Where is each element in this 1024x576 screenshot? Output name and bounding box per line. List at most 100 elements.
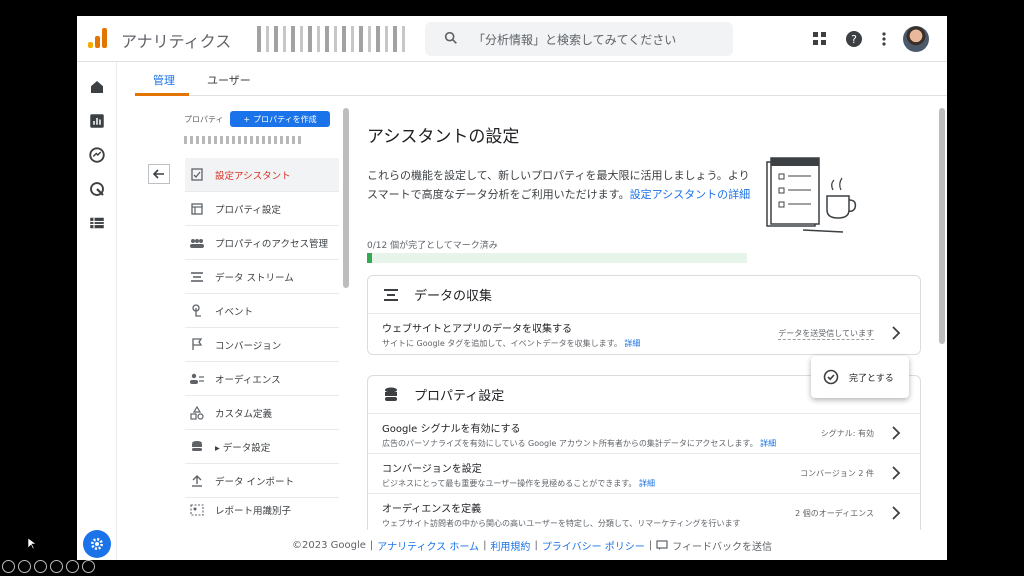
property-selector[interactable] xyxy=(184,136,304,144)
tab-user[interactable]: ユーザー xyxy=(207,72,251,88)
player-controls xyxy=(2,560,95,573)
footer-link-privacy[interactable]: プライバシー ポリシー xyxy=(542,538,645,553)
card-title: データの収集 xyxy=(414,289,493,304)
nav-label: オーディエンス xyxy=(215,374,281,386)
create-property-button[interactable]: + プロパティを作成 xyxy=(230,111,330,127)
sidebar-item-events[interactable]: イベント xyxy=(185,294,339,328)
more-vert-icon[interactable] xyxy=(875,30,893,48)
chevron-right-icon[interactable] xyxy=(890,506,902,520)
forward-control-icon[interactable] xyxy=(82,560,95,573)
list-icon[interactable] xyxy=(88,214,106,232)
progress-label: 0/12 個が完了としてマーク済み xyxy=(367,241,498,251)
nav-label: ▸ データ設定 xyxy=(215,442,271,454)
captions-control-icon[interactable] xyxy=(34,560,47,573)
card-property-settings: プロパティ設定 Google シグナルを有効にする 広告のパーソナライズを有効に… xyxy=(367,375,921,543)
task-row-collect-data[interactable]: ウェブサイトとアプリのデータを収集する サイトに Google タグを追加して、… xyxy=(368,314,920,354)
account-selector[interactable] xyxy=(257,26,407,52)
mouse-cursor-icon xyxy=(28,538,36,550)
apps-grid-icon[interactable] xyxy=(811,30,829,48)
shapes-icon xyxy=(189,405,205,421)
footer: ©2023 Google | アナリティクス ホーム | 利用規約 | プライバ… xyxy=(117,530,947,560)
footer-link-terms[interactable]: 利用規約 xyxy=(490,538,530,553)
avatar[interactable] xyxy=(903,26,929,52)
nav-label: データ ストリーム xyxy=(215,272,294,284)
reports-icon[interactable] xyxy=(88,112,106,130)
main-scrollbar[interactable] xyxy=(939,108,945,344)
sidebar-item-access-management[interactable]: プロパティのアクセス管理 xyxy=(185,226,339,260)
page-title: アシスタントの設定 xyxy=(367,127,520,147)
nav-label: データ インポート xyxy=(215,476,295,488)
task-help-link[interactable]: 詳細 xyxy=(624,339,640,348)
task-row-conversions[interactable]: コンバージョンを設定 ビジネスにとって最も重要なユーザー操作を見極めることができ… xyxy=(368,454,920,494)
sidebar-item-conversions[interactable]: コンバージョン xyxy=(185,328,339,362)
gear-icon xyxy=(91,538,103,550)
advertising-icon[interactable] xyxy=(88,180,106,198)
layout-icon xyxy=(189,201,205,217)
checklist-coffee-illustration xyxy=(766,157,857,233)
sidebar-item-data-settings[interactable]: ▸ データ設定 xyxy=(185,430,339,464)
tab-admin[interactable]: 管理 xyxy=(153,72,175,88)
sidebar-item-property-settings[interactable]: プロパティ設定 xyxy=(185,192,339,226)
task-status[interactable]: データを送受信しています xyxy=(778,328,874,340)
search-placeholder: 「分析情報」と検索してみてください xyxy=(473,33,677,47)
mark-complete-menu[interactable]: 完了とする xyxy=(811,356,909,398)
task-desc-text: 広告のパーソナライズを有効にしている Google アカウント所有者からの集計デ… xyxy=(382,439,758,448)
sidebar-item-custom-definitions[interactable]: カスタム定義 xyxy=(185,396,339,430)
left-rail xyxy=(77,62,117,560)
property-nav: 設定アシスタント プロパティ設定 プロパティのアクセス管理 データ ストリーム … xyxy=(185,158,339,522)
chevron-right-icon[interactable] xyxy=(890,466,902,480)
back-control-icon[interactable] xyxy=(2,560,15,573)
sidebar-item-reporting-identity[interactable]: レポート用識別子 xyxy=(185,498,339,522)
check-circle-icon xyxy=(823,369,839,385)
task-row-audiences[interactable]: オーディエンスを定義 ウェブサイト訪問者の中から関心の高いユーザーを特定し、分類… xyxy=(368,494,920,534)
nav-label: レポート用識別子 xyxy=(215,506,292,517)
card-title: プロパティ設定 xyxy=(414,389,505,404)
progress-fill xyxy=(367,253,372,263)
setup-assistant-help-link[interactable]: 設定アシスタントの詳細 xyxy=(630,188,751,201)
stream-icon xyxy=(189,269,205,285)
nav-label: プロパティ設定 xyxy=(215,204,281,216)
task-desc: ビジネスにとって最も重要なユーザー操作を見極めることができます。 詳細 xyxy=(382,478,906,489)
task-desc-text: サイトに Google タグを追加して、イベントデータを収集します。 xyxy=(382,339,622,348)
task-row-google-signals[interactable]: Google シグナルを有効にする 広告のパーソナライズを有効にしている Goo… xyxy=(368,414,920,454)
task-status: シグナル: 有効 xyxy=(816,428,874,439)
task-desc: ウェブサイト訪問者の中から関心の高いユーザーを特定し、分類して、リマーケティング… xyxy=(382,518,906,529)
task-help-link[interactable]: 詳細 xyxy=(760,439,776,448)
footer-separator: | xyxy=(369,539,374,551)
admin-tabs: 管理 ユーザー xyxy=(135,62,947,96)
checklist-icon xyxy=(189,167,205,183)
intro-text: これらの機能を設定して、新しいプロパティを最大限に活用しましょう。よりスマートで… xyxy=(367,166,751,204)
sidebar-item-setup-assistant[interactable]: 設定アシスタント xyxy=(185,158,339,192)
admin-gear-button[interactable] xyxy=(83,530,111,558)
footer-separator: | xyxy=(534,539,538,551)
pen-control-icon[interactable] xyxy=(18,560,31,573)
search-bar[interactable]: 「分析情報」と検索してみてください xyxy=(425,22,733,56)
task-desc-text: ビジネスにとって最も重要なユーザー操作を見極めることができます。 xyxy=(382,479,637,488)
home-icon[interactable] xyxy=(88,78,106,96)
task-help-link[interactable]: 詳細 xyxy=(639,479,655,488)
database-icon xyxy=(189,439,205,455)
help-icon[interactable]: ? xyxy=(845,30,863,48)
sidebar-item-data-import[interactable]: データ インポート xyxy=(185,464,339,498)
task-desc: 広告のパーソナライズを有効にしている Google アカウント所有者からの集計デ… xyxy=(382,438,906,449)
upload-icon xyxy=(189,473,205,489)
chevron-right-icon[interactable] xyxy=(890,326,902,340)
plus-icon: + xyxy=(243,114,251,124)
nav-label: 設定アシスタント xyxy=(215,170,291,182)
send-feedback-link[interactable]: フィードバックを送信 xyxy=(672,538,772,553)
nav-label: コンバージョン xyxy=(215,340,282,352)
sidebar-item-data-streams[interactable]: データ ストリーム xyxy=(185,260,339,294)
chevron-right-icon[interactable] xyxy=(890,426,902,440)
camera-control-icon[interactable] xyxy=(50,560,63,573)
top-bar: アナリティクス 「分析情報」と検索してみてください ? xyxy=(77,16,947,62)
footer-link-analytics-home[interactable]: アナリティクス ホーム xyxy=(377,538,479,553)
svg-text:?: ? xyxy=(851,33,857,46)
nav-scrollbar[interactable] xyxy=(343,108,349,288)
progress-bar xyxy=(367,253,747,263)
analytics-logo-icon[interactable] xyxy=(87,28,107,48)
explore-icon[interactable] xyxy=(88,146,106,164)
sidebar-item-audiences[interactable]: オーディエンス xyxy=(185,362,339,396)
more-control-icon[interactable] xyxy=(66,560,79,573)
nav-label: イベント xyxy=(215,306,254,318)
back-button[interactable] xyxy=(148,164,170,184)
